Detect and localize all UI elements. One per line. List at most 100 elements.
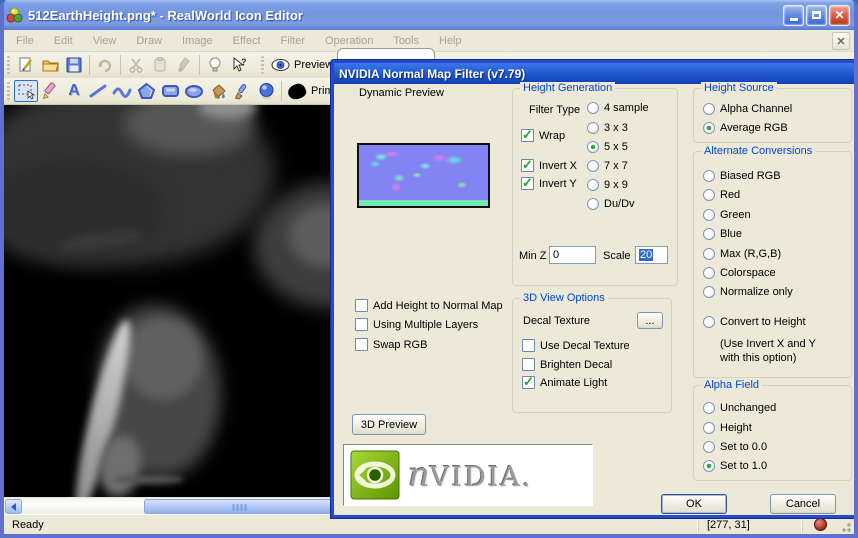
scale-input[interactable]: 20 bbox=[635, 246, 668, 264]
radio-icon[interactable] bbox=[587, 160, 599, 172]
radio-red[interactable]: Red bbox=[703, 189, 740, 201]
radio-green[interactable]: Green bbox=[703, 209, 751, 221]
checkbox-icon[interactable]: ✓ bbox=[355, 318, 368, 331]
menu-draw[interactable]: Draw bbox=[128, 32, 170, 50]
menu-image[interactable]: Image bbox=[174, 32, 221, 50]
menu-file[interactable]: File bbox=[8, 32, 42, 50]
toolbar-grip[interactable] bbox=[7, 82, 10, 100]
animate-light-checkbox[interactable]: ✓ Animate Light bbox=[522, 374, 607, 389]
radio-selected-icon[interactable] bbox=[703, 460, 715, 472]
undo-button[interactable] bbox=[93, 54, 117, 76]
radio-set-1[interactable]: Set to 1.0 bbox=[703, 460, 767, 472]
radio-max-rgb[interactable]: Max (R,G,B) bbox=[703, 248, 781, 260]
radio-icon[interactable] bbox=[703, 103, 715, 115]
titlebar[interactable]: 512EarthHeight.png* - RealWorld Icon Edi… bbox=[4, 0, 854, 30]
sphere-tool-button[interactable] bbox=[254, 80, 278, 102]
radio-icon[interactable] bbox=[587, 122, 599, 134]
radio-normalize-only[interactable]: Normalize only bbox=[703, 286, 793, 298]
radio-icon[interactable] bbox=[703, 402, 715, 414]
radio-icon[interactable] bbox=[703, 441, 715, 453]
preview-3d-button[interactable]: 3D Preview bbox=[352, 414, 426, 435]
radio-icon[interactable] bbox=[587, 198, 599, 210]
minimize-button[interactable] bbox=[783, 4, 804, 26]
polygon-tool-button[interactable] bbox=[134, 80, 158, 102]
radio-icon[interactable] bbox=[703, 189, 715, 201]
radio-3x3[interactable]: 3 x 3 bbox=[587, 122, 628, 134]
use-decal-checkbox[interactable]: ✓Use Decal Texture bbox=[522, 339, 630, 352]
ellipse-tool-button[interactable] bbox=[182, 80, 206, 102]
menu-filter[interactable]: Filter bbox=[273, 32, 313, 50]
menu-effect[interactable]: Effect bbox=[225, 32, 269, 50]
checkbox-checked-icon[interactable]: ✓ bbox=[522, 374, 535, 389]
dialog-titlebar[interactable]: NVIDIA Normal Map Filter (v7.79) bbox=[334, 63, 854, 84]
checkbox-checked-icon[interactable]: ✓ bbox=[521, 127, 534, 142]
scroll-left-button[interactable] bbox=[5, 499, 22, 514]
toolbar-grip[interactable] bbox=[261, 55, 264, 74]
scrollbar-thumb[interactable] bbox=[144, 499, 336, 514]
test-button[interactable] bbox=[203, 54, 227, 76]
radio-height[interactable]: Height bbox=[703, 422, 752, 434]
brighten-decal-checkbox[interactable]: ✓Brighten Decal bbox=[522, 358, 612, 371]
checkbox-icon[interactable]: ✓ bbox=[355, 299, 368, 312]
radio-5x5[interactable]: 5 x 5 bbox=[587, 141, 628, 153]
radio-unchanged[interactable]: Unchanged bbox=[703, 402, 776, 414]
radio-selected-icon[interactable] bbox=[703, 122, 715, 134]
swap-rgb-checkbox[interactable]: ✓Swap RGB bbox=[355, 338, 427, 351]
line-tool-button[interactable] bbox=[86, 80, 110, 102]
radio-set-0[interactable]: Set to 0.0 bbox=[703, 441, 767, 453]
paste-button[interactable] bbox=[148, 54, 172, 76]
menu-view[interactable]: View bbox=[85, 32, 125, 50]
save-button[interactable] bbox=[62, 54, 86, 76]
invert-x-checkbox[interactable]: ✓ Invert X bbox=[521, 157, 577, 172]
decal-browse-button[interactable]: ... bbox=[637, 312, 663, 329]
checkbox-checked-icon[interactable]: ✓ bbox=[521, 175, 534, 190]
resize-grip[interactable] bbox=[838, 519, 852, 533]
close-button[interactable]: ✕ bbox=[829, 4, 850, 26]
format-brush-button[interactable] bbox=[172, 54, 196, 76]
radio-4-sample[interactable]: 4 sample bbox=[587, 102, 649, 114]
pencil-tool-button[interactable] bbox=[38, 80, 62, 102]
curve-tool-button[interactable] bbox=[110, 80, 134, 102]
checkbox-icon[interactable]: ✓ bbox=[522, 358, 535, 371]
radio-icon[interactable] bbox=[703, 316, 715, 328]
select-tool-button[interactable] bbox=[14, 80, 38, 102]
cancel-button[interactable]: Cancel bbox=[770, 494, 836, 514]
ok-button[interactable]: OK bbox=[661, 494, 727, 514]
airbrush-tool-button[interactable] bbox=[230, 80, 254, 102]
menu-tools[interactable]: Tools bbox=[385, 32, 427, 50]
checkbox-icon[interactable]: ✓ bbox=[522, 339, 535, 352]
toolbar-grip[interactable] bbox=[7, 55, 10, 74]
cut-button[interactable] bbox=[124, 54, 148, 76]
radio-icon[interactable] bbox=[703, 248, 715, 260]
invert-y-checkbox[interactable]: ✓ Invert Y bbox=[521, 175, 577, 190]
rectangle-tool-button[interactable] bbox=[158, 80, 182, 102]
primary-color-button[interactable] bbox=[285, 80, 309, 102]
radio-icon[interactable] bbox=[703, 286, 715, 298]
radio-blue[interactable]: Blue bbox=[703, 228, 742, 240]
preview-toggle-button[interactable] bbox=[268, 54, 292, 76]
radio-colorspace[interactable]: Colorspace bbox=[703, 267, 776, 279]
checkbox-checked-icon[interactable]: ✓ bbox=[521, 157, 534, 172]
radio-biased-rgb[interactable]: Biased RGB bbox=[703, 170, 781, 182]
menu-edit[interactable]: Edit bbox=[46, 32, 81, 50]
checkbox-icon[interactable]: ✓ bbox=[355, 338, 368, 351]
radio-icon[interactable] bbox=[587, 102, 599, 114]
radio-7x7[interactable]: 7 x 7 bbox=[587, 160, 628, 172]
menu-operation[interactable]: Operation bbox=[317, 32, 381, 50]
radio-icon[interactable] bbox=[703, 267, 715, 279]
fill-tool-button[interactable] bbox=[206, 80, 230, 102]
radio-average-rgb[interactable]: Average RGB bbox=[703, 122, 788, 134]
radio-icon[interactable] bbox=[703, 170, 715, 182]
radio-icon[interactable] bbox=[703, 228, 715, 240]
min-z-input[interactable]: 0 bbox=[549, 246, 596, 264]
text-tool-button[interactable]: A bbox=[62, 80, 86, 102]
menu-help[interactable]: Help bbox=[431, 32, 470, 50]
context-help-button[interactable]: ? bbox=[227, 54, 251, 76]
radio-icon[interactable] bbox=[587, 179, 599, 191]
radio-convert-to-height[interactable]: Convert to Height bbox=[703, 316, 806, 328]
open-file-button[interactable] bbox=[38, 54, 62, 76]
maximize-button[interactable] bbox=[806, 4, 827, 26]
radio-dudv[interactable]: Du/Dv bbox=[587, 198, 635, 210]
radio-alpha-channel[interactable]: Alpha Channel bbox=[703, 103, 792, 115]
radio-icon[interactable] bbox=[703, 209, 715, 221]
